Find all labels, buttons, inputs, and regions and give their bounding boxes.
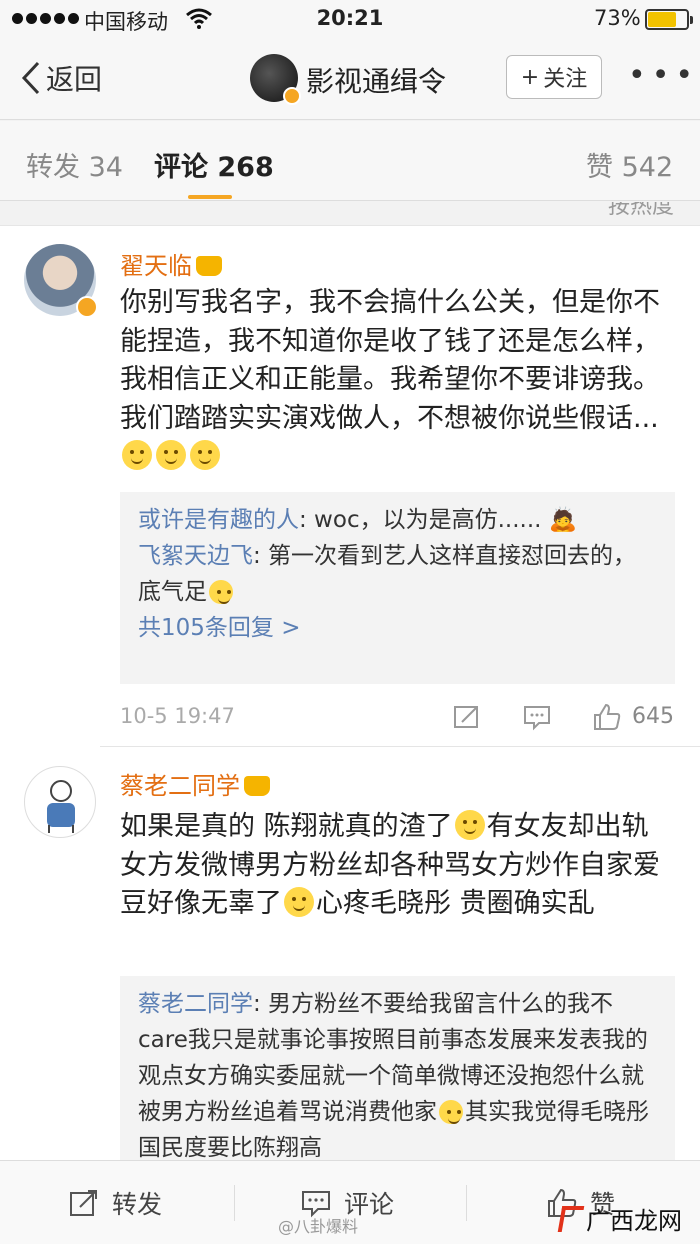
repost-icon[interactable] — [452, 702, 482, 732]
author-name: 蔡老二同学 — [120, 772, 240, 800]
reply-preview[interactable]: 或许是有趣的人: woc，以为是高仿...... 🙇 飞絮天边飞: 第一次看到艺… — [120, 492, 675, 684]
tab-likes[interactable]: 赞 542 — [586, 145, 673, 184]
reply-author[interactable]: 蔡老二同学 — [138, 991, 253, 1017]
smile-emoji-icon — [284, 887, 314, 917]
reply-item: 或许是有趣的人: woc，以为是高仿...... 🙇 — [138, 502, 657, 538]
divider — [100, 746, 700, 747]
battery-percent: 73% — [594, 6, 641, 30]
emoji-group — [120, 438, 222, 477]
emoji-icon: 🙇 — [548, 507, 578, 533]
comment-body: 你别写我名字，我不会搞什么公关，但是你不能捏造，我不知道你是收了钱了还是怎么样，… — [120, 287, 660, 434]
cartoon-avatar-icon — [47, 780, 75, 833]
comment-time: 10-5 19:47 — [120, 704, 235, 728]
comment-author[interactable]: 翟天临 — [120, 246, 222, 281]
tab-repost[interactable]: 转发 34 — [26, 145, 123, 184]
plus-icon: + — [520, 64, 540, 90]
sort-strip: 按热度 — [0, 202, 700, 226]
bottom-toolbar: 转发 评论 赞 @八卦爆料 广西龙网 — [0, 1160, 700, 1244]
emoji-icon — [209, 580, 233, 604]
reply-item: 蔡老二同学: 男方粉丝不要给我留言什么的我不care我只是就事论事按照目前事态发… — [138, 986, 657, 1160]
vip-crown-icon — [196, 256, 222, 276]
sort-label[interactable]: 按热度 — [608, 202, 674, 220]
watermark: @八卦爆料 — [278, 1217, 359, 1236]
comment-body-part: 心疼毛晓彤 贵圈确实乱 — [316, 888, 595, 919]
user-avatar[interactable] — [24, 244, 98, 318]
back-label: 返回 — [46, 63, 103, 96]
user-avatar[interactable] — [24, 766, 96, 838]
reply-preview[interactable]: 蔡老二同学: 男方粉丝不要给我留言什么的我不care我只是就事论事按照目前事态发… — [120, 976, 675, 1160]
comment-icon[interactable] — [522, 702, 552, 732]
divider — [466, 1185, 467, 1221]
back-button[interactable]: 返回 — [18, 58, 102, 98]
repost-button[interactable]: 转发 — [68, 1161, 162, 1244]
active-tab-indicator — [188, 195, 232, 199]
emoji-icon — [156, 440, 186, 470]
emoji-icon — [122, 440, 152, 470]
comment-text: 如果是真的 陈翔就真的渣了 有女友却出轨 女方发微博男方粉丝却各种骂女方炒作自家爱… — [120, 808, 665, 924]
repost-label: 转发 — [112, 1190, 163, 1219]
reply-author[interactable]: 或许是有趣的人 — [138, 507, 299, 533]
repost-icon — [70, 1190, 97, 1216]
chevron-left-icon — [21, 61, 40, 95]
follow-label: 关注 — [543, 67, 588, 92]
emoji-icon — [190, 440, 220, 470]
comment-meta: 10-5 19:47 645 — [120, 702, 680, 736]
vip-crown-icon — [244, 776, 270, 796]
site-logo-text: 广西龙网 — [586, 1207, 682, 1235]
verified-badge-icon — [283, 87, 301, 105]
battery-icon — [645, 9, 693, 30]
divider — [234, 1185, 235, 1221]
site-logo-mark — [557, 1205, 585, 1232]
thumbs-up-icon[interactable] — [592, 702, 622, 732]
smile-emoji-icon — [454, 810, 485, 840]
reply-text: : woc，以为是高仿...... — [299, 507, 542, 533]
author-name: 翟天临 — [120, 252, 192, 280]
comment-list[interactable]: 按热度 翟天临 你别写我名字，我不会搞什么公关，但是你不能捏造，我不知道你是收了… — [0, 202, 700, 1160]
nav-bar: 返回 影视通缉令 + 关注 ••• — [0, 40, 700, 120]
tab-bar: 转发 34 评论 268 赞 542 — [0, 121, 700, 201]
verified-badge-icon — [76, 296, 98, 318]
account-avatar[interactable] — [250, 54, 301, 105]
reply-author[interactable]: 飞絮天边飞 — [138, 543, 253, 569]
comment-body-part: 如果是真的 陈翔就真的渣了 — [120, 811, 453, 842]
follow-button[interactable]: + 关注 — [506, 55, 602, 99]
site-logo: 广西龙网 — [557, 1201, 682, 1236]
emoji-icon — [439, 1100, 463, 1124]
reply-item: 飞絮天边飞: 第一次看到艺人这样直接怼回去的，底气足 — [138, 538, 657, 610]
more-options-icon[interactable]: ••• — [628, 58, 699, 93]
view-all-replies-link[interactable]: 共105条回复 > — [138, 610, 657, 646]
comment-text: 你别写我名字，我不会搞什么公关，但是你不能捏造，我不知道你是收了钱了还是怎么样，… — [120, 284, 665, 477]
comment-author[interactable]: 蔡老二同学 — [120, 766, 270, 801]
tab-comments[interactable]: 评论 268 — [154, 145, 274, 184]
like-count: 645 — [632, 704, 674, 729]
status-bar: 中国移动 20:21 73% — [0, 0, 700, 40]
page-title: 影视通缉令 — [306, 65, 447, 98]
